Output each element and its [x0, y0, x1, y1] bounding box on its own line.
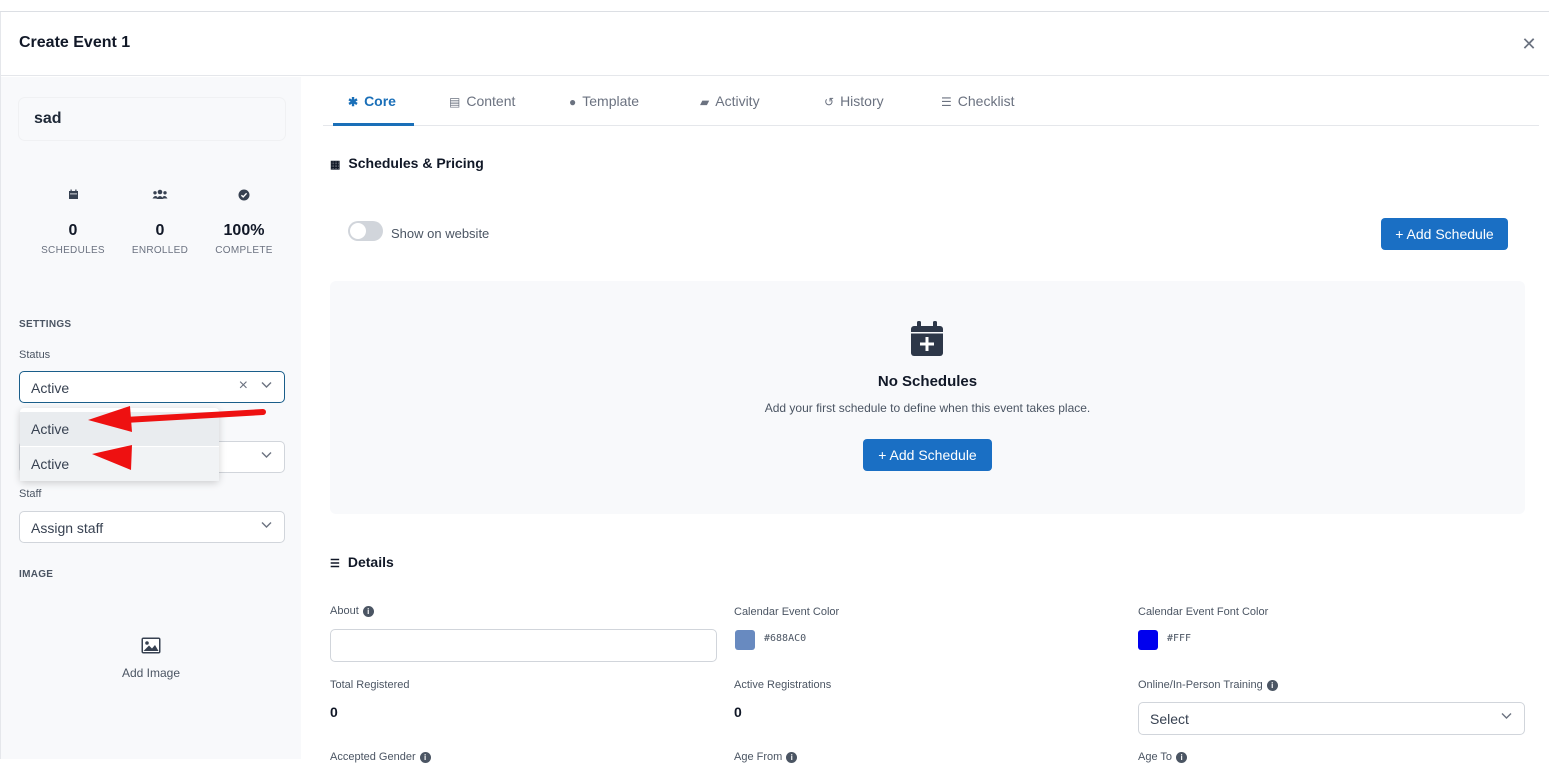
about-input[interactable] — [330, 629, 717, 662]
file-icon: ▤ — [449, 95, 461, 109]
comments-icon: ▰ — [700, 95, 710, 109]
calendar-color-hex: #688AC0 — [764, 633, 807, 644]
calendar-color-label: Calendar Event Color — [734, 606, 840, 618]
about-label: About i — [330, 605, 374, 617]
checklist-icon: ☰ — [941, 95, 952, 109]
gender-label: Accepted Gender i — [330, 751, 431, 763]
schedules-heading: ▦ Schedules & Pricing — [330, 155, 484, 171]
info-icon[interactable]: i — [419, 752, 431, 763]
active-registrations-label: Active Registrations — [734, 679, 832, 691]
active-registrations-value: 0 — [734, 704, 742, 720]
info-icon[interactable]: i — [362, 606, 374, 617]
empty-description: Add your first schedule to define when t… — [764, 401, 1091, 415]
tab-bar: ✱ Core ▤ Content ● Template ▰ Activity ↺ Hist… — [323, 77, 1539, 126]
chevron-down-icon[interactable] — [1500, 709, 1513, 725]
calendar-icon: ▦ — [330, 159, 341, 171]
chevron-down-icon[interactable] — [260, 518, 273, 534]
tab-core[interactable]: ✱ Core — [348, 93, 396, 109]
calendar-font-color-label: Calendar Event Font Color — [1138, 606, 1269, 618]
info-icon[interactable]: i — [1176, 752, 1188, 763]
calendar-plus-icon — [910, 321, 944, 357]
tab-template[interactable]: ● Template — [569, 93, 639, 109]
add-schedule-button[interactable]: + Add Schedule — [1381, 218, 1508, 250]
palette-icon: ● — [569, 95, 577, 109]
history-icon: ↺ — [824, 95, 835, 109]
add-image-button[interactable]: Add Image — [101, 637, 201, 680]
total-registered-value: 0 — [330, 704, 338, 720]
age-to-label: Age To i — [1138, 751, 1188, 763]
training-label: Online/In-Person Training i — [1138, 679, 1278, 691]
toggle-knob — [350, 223, 366, 239]
tab-checklist[interactable]: ☰ Checklist — [941, 93, 1015, 109]
tab-activity[interactable]: ▰ Activity — [700, 93, 760, 109]
total-registered-label: Total Registered — [330, 679, 410, 691]
image-icon — [101, 637, 201, 660]
close-icon[interactable]: ✕ — [1519, 34, 1539, 54]
image-heading: IMAGE — [19, 569, 54, 580]
annotation-arrow-2 — [92, 445, 132, 470]
gear-icon: ✱ — [348, 95, 359, 109]
training-placeholder: Select — [1150, 711, 1189, 727]
calendar-font-color-hex: #FFF — [1167, 633, 1192, 644]
tab-history[interactable]: ↺ History — [824, 93, 884, 109]
annotation-arrow-1 — [88, 406, 266, 432]
active-tab-indicator — [333, 123, 414, 126]
sliders-icon: ☰ — [330, 558, 340, 570]
staff-label: Staff — [19, 488, 42, 500]
info-icon[interactable]: i — [786, 752, 798, 763]
staff-select[interactable]: Assign staff — [19, 511, 285, 543]
add-schedule-button-empty[interactable]: + Add Schedule — [863, 439, 992, 471]
show-on-website-label: Show on website — [391, 226, 490, 241]
details-heading: ☰ Details — [330, 554, 394, 570]
calendar-font-color-swatch[interactable] — [1138, 630, 1158, 650]
annotation-arrows — [88, 406, 266, 470]
training-select[interactable]: Select — [1138, 702, 1525, 735]
add-image-label: Add Image — [121, 666, 181, 680]
empty-schedules-panel: No Schedules Add your first schedule to … — [330, 281, 1525, 514]
age-from-label: Age From i — [734, 751, 798, 763]
tab-content[interactable]: ▤ Content — [449, 93, 515, 109]
empty-title: No Schedules — [877, 373, 978, 390]
show-on-website-toggle[interactable] — [348, 221, 383, 241]
info-icon[interactable]: i — [1266, 680, 1278, 691]
staff-placeholder: Assign staff — [31, 520, 104, 536]
calendar-color-swatch[interactable] — [735, 630, 755, 650]
